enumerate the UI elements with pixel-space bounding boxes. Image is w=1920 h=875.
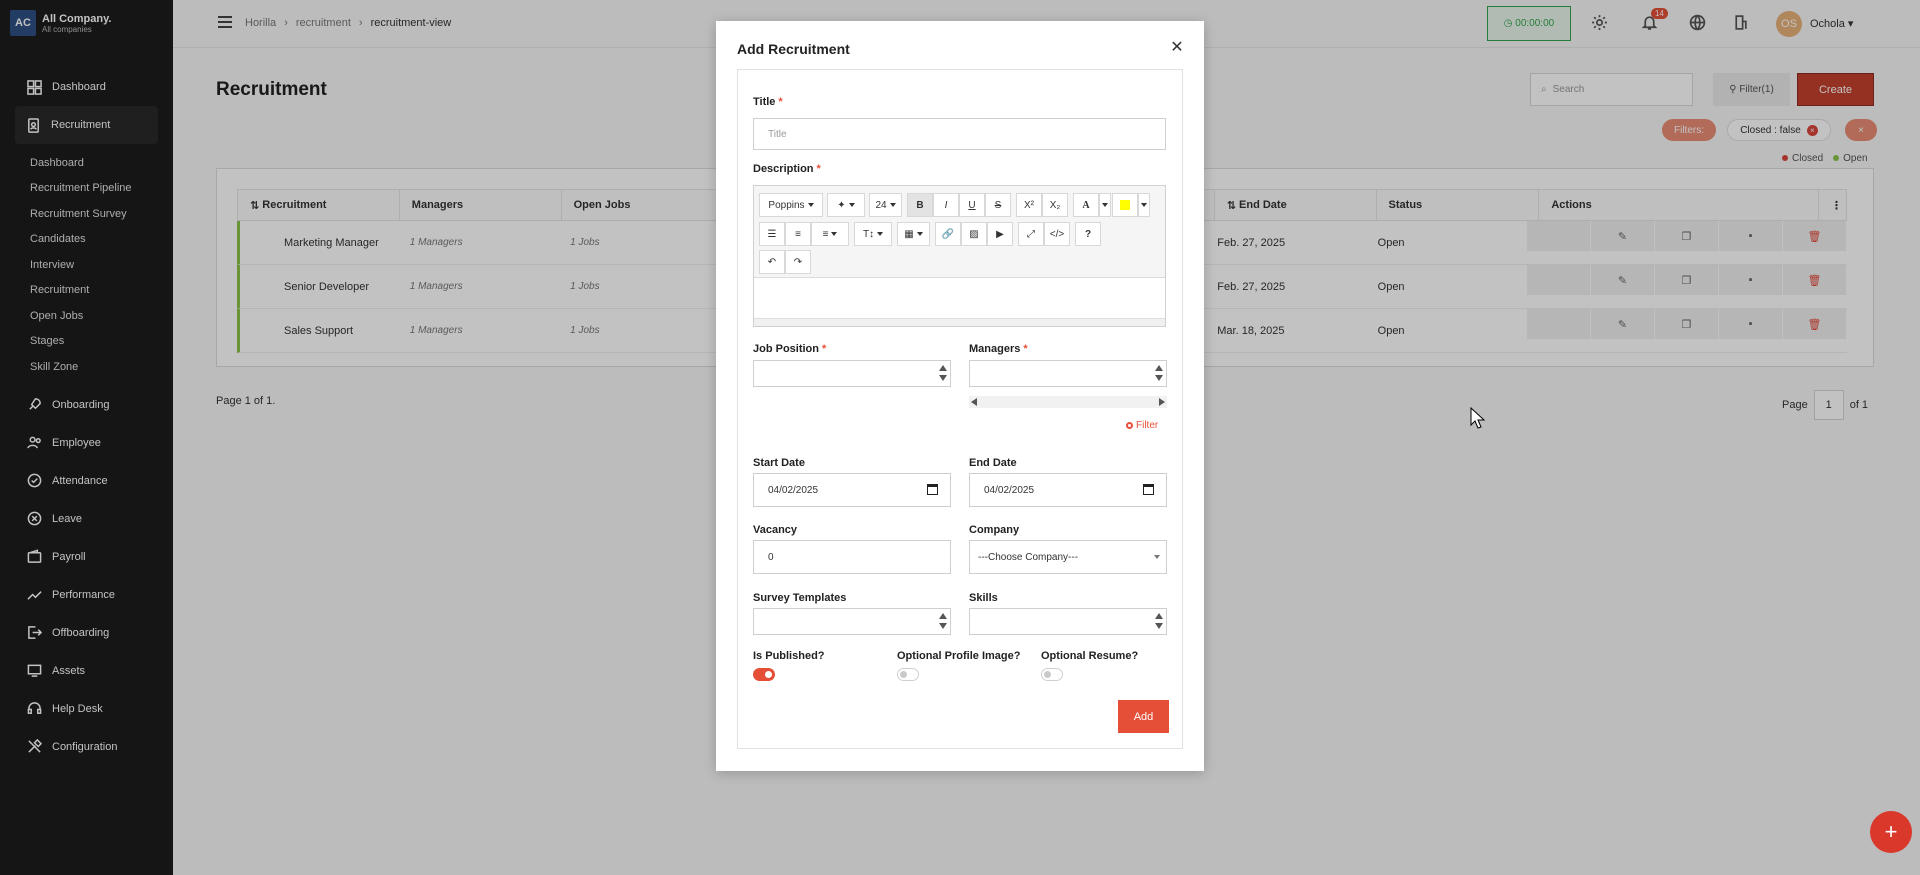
video-icon[interactable]: ▶ <box>987 222 1013 246</box>
close-icon[interactable]: ✕ <box>1169 40 1185 56</box>
font-color-icon[interactable]: A <box>1073 193 1099 217</box>
code-view-icon[interactable]: </> <box>1044 222 1070 246</box>
scroll-arrows-icon <box>939 613 947 629</box>
mouse-cursor-icon <box>1470 407 1486 429</box>
text-style-icon[interactable]: T↕ <box>854 222 892 246</box>
calendar-icon[interactable] <box>1143 484 1154 495</box>
job-position-select[interactable] <box>753 360 951 387</box>
quick-add-button[interactable]: + <box>1870 811 1912 853</box>
underline-icon[interactable]: U <box>959 193 985 217</box>
numbered-list-icon[interactable]: ≡ <box>785 222 811 246</box>
managers-filter-link[interactable]: Filter <box>1126 420 1158 431</box>
add-recruitment-modal: Add Recruitment ✕ Title * Title Descripti… <box>716 21 1204 771</box>
start-date-label: Start Date <box>753 457 805 469</box>
description-editor: Poppins ✦ 24 B I U S X² X₂ A ☰ ≡ ≡ T↕ ▦ … <box>753 185 1166 327</box>
scroll-arrows-icon <box>1155 613 1163 629</box>
modal-title: Add Recruitment <box>737 41 850 57</box>
calendar-icon[interactable] <box>927 484 938 495</box>
highlight-color-icon[interactable] <box>1112 193 1138 217</box>
undo-icon[interactable]: ↶ <box>759 250 785 274</box>
optional-resume-toggle[interactable] <box>1041 668 1063 681</box>
title-input[interactable]: Title <box>753 118 1166 150</box>
skills-select[interactable] <box>969 608 1167 635</box>
description-input[interactable] <box>754 278 1165 318</box>
optional-profile-image-label: Optional Profile Image? <box>897 650 1021 662</box>
is-published-toggle[interactable] <box>753 668 775 681</box>
subscript-icon[interactable]: X₂ <box>1042 193 1068 217</box>
redo-icon[interactable]: ↷ <box>785 250 811 274</box>
survey-templates-label: Survey Templates <box>753 592 847 604</box>
optional-resume-label: Optional Resume? <box>1041 650 1139 662</box>
italic-icon[interactable]: I <box>933 193 959 217</box>
editor-toolbar: Poppins ✦ 24 B I U S X² X₂ A ☰ ≡ ≡ T↕ ▦ … <box>754 186 1165 278</box>
title-label: Title * <box>753 96 783 108</box>
fullscreen-icon[interactable]: ⤢ <box>1018 222 1044 246</box>
align-icon[interactable]: ≡ <box>811 222 849 246</box>
vacancy-input[interactable]: 0 <box>753 540 951 574</box>
highlight-dropdown-icon[interactable] <box>1138 193 1150 217</box>
skills-label: Skills <box>969 592 998 604</box>
job-position-label: Job Position * <box>753 343 827 355</box>
bold-icon[interactable]: B <box>907 193 933 217</box>
font-family-select[interactable]: Poppins <box>759 193 823 217</box>
editor-resize-handle[interactable] <box>754 318 1165 326</box>
managers-select[interactable] <box>969 360 1167 387</box>
company-label: Company <box>969 524 1020 536</box>
scroll-arrows-icon <box>939 365 947 381</box>
bullet-list-icon[interactable]: ☰ <box>759 222 785 246</box>
is-published-label: Is Published? <box>753 650 825 662</box>
add-button[interactable]: Add <box>1118 700 1169 733</box>
managers-horizontal-scrollbar[interactable] <box>969 396 1167 408</box>
end-date-input[interactable]: 04/02/2025 <box>969 473 1167 507</box>
magic-style-icon[interactable]: ✦ <box>827 193 865 217</box>
font-size-select[interactable]: 24 <box>869 193 902 217</box>
link-icon[interactable]: 🔗 <box>935 222 961 246</box>
help-icon[interactable]: ? <box>1075 222 1101 246</box>
scroll-arrows-icon <box>1155 365 1163 381</box>
optional-profile-image-toggle[interactable] <box>897 668 919 681</box>
managers-label: Managers * <box>969 343 1028 355</box>
start-date-input[interactable]: 04/02/2025 <box>753 473 951 507</box>
survey-templates-select[interactable] <box>753 608 951 635</box>
table-icon[interactable]: ▦ <box>897 222 930 246</box>
filter-icon <box>1126 422 1133 429</box>
vacancy-label: Vacancy <box>753 524 798 536</box>
chevron-down-icon <box>1154 555 1160 559</box>
description-label: Description * <box>753 163 821 175</box>
company-select[interactable]: ---Choose Company--- <box>969 540 1167 574</box>
recruitment-form: Title * Title Description * Poppins ✦ 24 B… <box>737 69 1183 749</box>
image-icon[interactable]: ▨ <box>961 222 987 246</box>
superscript-icon[interactable]: X² <box>1016 193 1042 217</box>
font-color-dropdown-icon[interactable] <box>1099 193 1111 217</box>
end-date-label: End Date <box>969 457 1017 469</box>
strikethrough-icon[interactable]: S <box>985 193 1011 217</box>
